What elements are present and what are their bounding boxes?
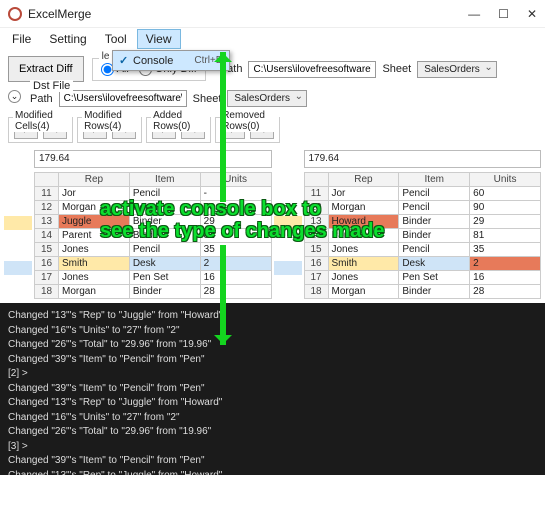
col-header[interactable]: Item <box>129 173 200 187</box>
table-row[interactable]: 18MorganBinder28 <box>304 285 541 299</box>
menu-file[interactable]: File <box>4 30 39 48</box>
menu-bar: File Setting Tool View ✓ Console Ctrl+D <box>0 28 545 50</box>
extract-diff-button[interactable]: Extract Diff <box>8 56 84 82</box>
table-row[interactable]: 18MorganBinder28 <box>35 285 272 299</box>
left-gutter <box>4 149 32 299</box>
expand-icon[interactable]: ⌄ <box>8 90 21 103</box>
dst-sheet-label: Sheet <box>193 93 222 105</box>
col-header[interactable]: Item <box>399 173 470 187</box>
window-title: ExcelMerge <box>28 7 468 21</box>
table-row[interactable]: 11JorPencil60 <box>304 187 541 201</box>
nav-removed-rows: Removed Rows(0) ← → <box>215 117 280 143</box>
dst-path-input[interactable] <box>59 90 187 107</box>
close-button[interactable]: ✕ <box>527 7 537 21</box>
col-header[interactable]: Rep <box>328 173 399 187</box>
table-row[interactable]: 13HowardBinder29 <box>304 215 541 229</box>
minimize-button[interactable]: — <box>468 7 480 21</box>
check-icon: ✓ <box>119 54 133 67</box>
formula-right[interactable]: 179.64 <box>304 150 542 168</box>
dst-path-label: Path <box>30 93 53 105</box>
nav-modified-cells: Modified Cells(4) ← → <box>8 117 73 143</box>
src-path-input[interactable] <box>248 61 376 78</box>
table-row[interactable]: 13JuggleBinder29 <box>35 215 272 229</box>
table-row[interactable]: 17JonesPen Set16 <box>35 271 272 285</box>
table-row[interactable]: 11JorPencil- <box>35 187 272 201</box>
nav-added-rows: Added Rows(0) ← → <box>146 117 211 143</box>
table-row[interactable]: 14ParentBinder81 <box>304 229 541 243</box>
right-gutter <box>274 149 302 299</box>
left-grid[interactable]: RepItemUnits11JorPencil-12MorganPencil90… <box>34 172 272 299</box>
table-row[interactable]: 14ParentBinder81 <box>35 229 272 243</box>
console-output[interactable]: Changed "13"'s "Rep" to "Juggle" from "H… <box>0 303 545 475</box>
table-row[interactable]: 15JonesPencil35 <box>304 243 541 257</box>
col-header[interactable]: Units <box>470 173 541 187</box>
nav-modified-rows: Modified Rows(4) ← → <box>77 117 142 143</box>
view-dropdown: ✓ Console Ctrl+D <box>112 50 230 71</box>
formula-left[interactable]: 179.64 <box>34 150 272 168</box>
menu-setting[interactable]: Setting <box>41 30 94 48</box>
src-sheet-label: Sheet <box>382 63 411 75</box>
table-row[interactable]: 12MorganPencil90 <box>35 201 272 215</box>
col-header[interactable]: Units <box>200 173 271 187</box>
table-row[interactable]: 16SmithDesk2 <box>304 257 541 271</box>
dst-legend: Dst File <box>30 80 73 92</box>
table-row[interactable]: 16SmithDesk2 <box>35 257 272 271</box>
menu-console-item[interactable]: ✓ Console Ctrl+D <box>113 51 229 70</box>
menu-view[interactable]: View <box>137 29 181 49</box>
menu-tool[interactable]: Tool <box>97 30 135 48</box>
col-header[interactable]: Rep <box>59 173 130 187</box>
src-sheet-select[interactable]: SalesOrders <box>417 61 497 78</box>
app-logo <box>8 7 22 21</box>
table-row[interactable]: 15JonesPencil35 <box>35 243 272 257</box>
right-grid[interactable]: RepItemUnits11JorPencil6012MorganPencil9… <box>304 172 542 299</box>
table-row[interactable]: 12MorganPencil90 <box>304 201 541 215</box>
dst-sheet-select[interactable]: SalesOrders <box>227 90 307 107</box>
maximize-button[interactable]: ☐ <box>498 7 509 21</box>
table-row[interactable]: 17JonesPen Set16 <box>304 271 541 285</box>
